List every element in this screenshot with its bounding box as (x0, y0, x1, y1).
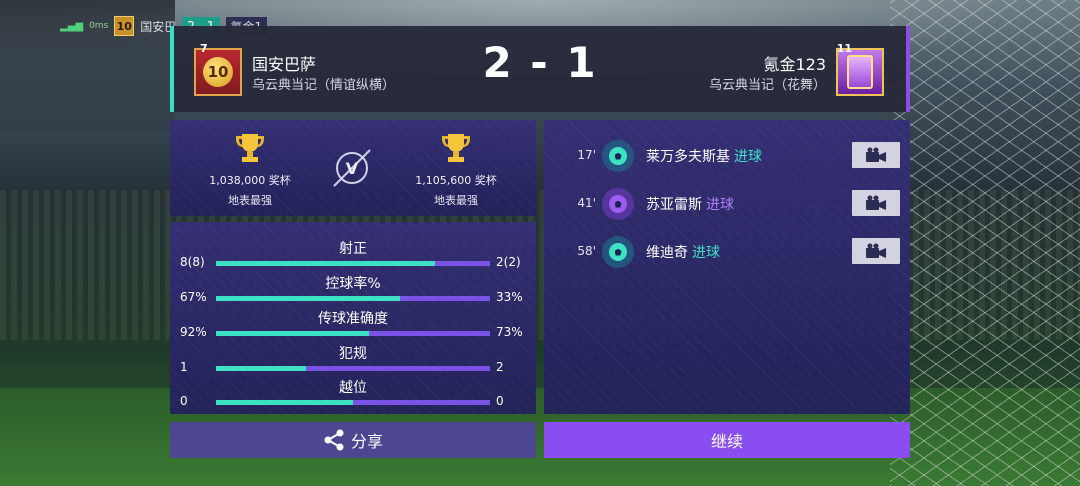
event-player-name: 维迪奇 (646, 245, 688, 261)
away-title: 地表最强 (434, 194, 478, 207)
stat-home-value: 92% (180, 325, 207, 339)
event-minute: 17' (577, 148, 596, 162)
trophy-icon (438, 132, 474, 164)
continue-button[interactable]: 继续 (544, 422, 910, 458)
stat-label: 越位 (339, 380, 367, 396)
stat-bar-home-fill (216, 400, 353, 405)
away-trophy-summary: 1,105,600 奖杯 地表最强 (376, 132, 536, 208)
stat-bar (216, 366, 490, 371)
stat-bar (216, 400, 490, 405)
vs-text: V (346, 159, 359, 178)
goal-events-panel: 17' 莱万多夫斯基 进球 41' 苏亚雷斯 进球 58' 维迪奇 进球 (544, 120, 910, 414)
share-label: 分享 (350, 432, 383, 451)
stat-bar (216, 261, 490, 266)
away-team-name: 氪金123 (763, 55, 826, 74)
event-row: 41' 苏亚雷斯 进球 (544, 184, 910, 224)
trophy-panel: 1,038,000 奖杯 地表最强 V 1,105,600 奖杯 地表最强 (170, 120, 536, 216)
video-camera-icon (866, 195, 886, 210)
event-minute: 41' (577, 196, 596, 210)
stat-row: 控球率% 67% 33% (170, 273, 536, 307)
stat-home-value: 67% (180, 290, 207, 304)
stat-home-value: 1 (180, 360, 188, 374)
video-camera-icon (866, 243, 886, 258)
stat-bar (216, 296, 490, 301)
stat-label: 传球准确度 (318, 311, 388, 327)
stat-home-value: 0 (180, 394, 188, 408)
event-type: 进球 (734, 149, 762, 165)
match-header: 7 10 国安巴萨 乌云典当记（情谊纵横） 2 - 1 氪金123 乌云典当记（… (170, 26, 910, 112)
stat-row: 犯规 1 2 (170, 343, 536, 377)
stat-away-value: 2(2) (496, 255, 521, 269)
stat-bar-home-fill (216, 296, 400, 301)
goal-net (890, 0, 1080, 486)
continue-label: 继续 (710, 432, 743, 451)
stat-bar-home-fill (216, 366, 307, 371)
stat-label: 控球率% (325, 276, 381, 292)
event-type: 进球 (706, 197, 734, 213)
goal-ball-icon (602, 188, 634, 220)
share-button[interactable]: 分享 (170, 422, 536, 458)
stat-bar-home-fill (216, 261, 436, 266)
stat-home-value: 8(8) (180, 255, 205, 269)
vs-icon: V (328, 144, 376, 192)
event-description: 维迪奇 进球 (646, 242, 720, 262)
stat-row: 传球准确度 92% 73% (170, 308, 536, 342)
stat-away-value: 73% (496, 325, 523, 339)
away-team-badge: 11 (836, 42, 884, 96)
away-team-subtitle: 乌云典当记（花舞） (708, 78, 826, 93)
event-description: 苏亚雷斯 进球 (646, 194, 734, 214)
replay-button[interactable] (852, 142, 900, 168)
replay-button[interactable] (852, 238, 900, 264)
goal-ball-icon (602, 236, 634, 268)
stat-away-value: 33% (496, 290, 523, 304)
stat-bar-home-fill (216, 331, 370, 336)
share-icon (324, 429, 344, 451)
home-trophy-summary: 1,038,000 奖杯 地表最强 (170, 132, 330, 208)
event-type: 进球 (692, 245, 720, 261)
stat-row: 射正 8(8) 2(2) (170, 238, 536, 272)
event-row: 17' 莱万多夫斯基 进球 (544, 136, 910, 176)
stat-row: 越位 0 0 (170, 377, 536, 411)
stat-away-value: 0 (496, 394, 504, 408)
away-rank: 11 (836, 42, 852, 55)
hud-level-badge: 10 (114, 16, 135, 36)
event-row: 58' 维迪奇 进球 (544, 232, 910, 272)
stat-label: 射正 (339, 241, 367, 257)
ping-value: 0ms (89, 21, 109, 31)
stat-label: 犯规 (339, 346, 367, 362)
away-trophy-count: 1,105,600 奖杯 (415, 174, 497, 187)
event-player-name: 苏亚雷斯 (646, 197, 702, 213)
event-description: 莱万多夫斯基 进球 (646, 146, 762, 166)
event-minute: 58' (577, 244, 596, 258)
away-badge-emblem-icon (847, 55, 873, 89)
home-title: 地表最强 (228, 194, 272, 207)
replay-button[interactable] (852, 190, 900, 216)
home-trophy-count: 1,038,000 奖杯 (209, 174, 291, 187)
goal-ball-icon (602, 140, 634, 172)
stat-bar (216, 331, 490, 336)
video-camera-icon (866, 147, 886, 162)
wifi-icon: ▂▄▆ (60, 20, 84, 32)
event-player-name: 莱万多夫斯基 (646, 149, 730, 165)
match-stats-panel: 射正 8(8) 2(2) 控球率% 67% 33% 传球准确度 92% 73% … (170, 222, 536, 414)
stat-away-value: 2 (496, 360, 504, 374)
trophy-icon (232, 132, 268, 164)
